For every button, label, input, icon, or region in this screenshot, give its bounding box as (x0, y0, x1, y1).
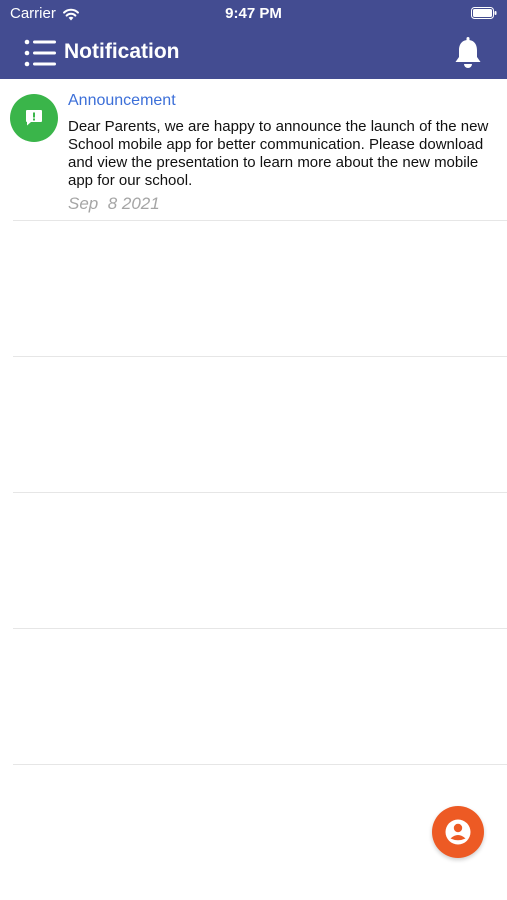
bell-icon[interactable] (453, 37, 483, 69)
header: Carrier 9:47 PM Notification (0, 0, 507, 79)
list-item (13, 357, 507, 493)
profile-fab-button[interactable] (432, 806, 484, 858)
list-item (13, 493, 507, 629)
status-time: 9:47 PM (225, 5, 282, 22)
notification-title: Announcement (68, 92, 176, 109)
user-circle-icon (445, 819, 471, 845)
notification-item[interactable]: Announcement Dear Parents, we are happy … (10, 79, 507, 221)
list-item (13, 221, 507, 357)
nav-bar: Notification (0, 28, 507, 79)
notification-list: Announcement Dear Parents, we are happy … (0, 79, 507, 765)
announcement-icon (10, 94, 58, 142)
notification-date: Sep 8 2021 (68, 194, 160, 213)
page-title: Notification (64, 40, 180, 63)
list-item (13, 629, 507, 765)
battery-icon (471, 7, 497, 19)
list-menu-icon[interactable] (24, 39, 58, 67)
speech-bubble-icon (26, 110, 42, 126)
notification-screen: Carrier 9:47 PM Notification Announcemen… (0, 0, 507, 900)
status-bar: Carrier 9:47 PM (0, 0, 507, 28)
notification-body: Dear Parents, we are happy to announce t… (68, 118, 489, 189)
